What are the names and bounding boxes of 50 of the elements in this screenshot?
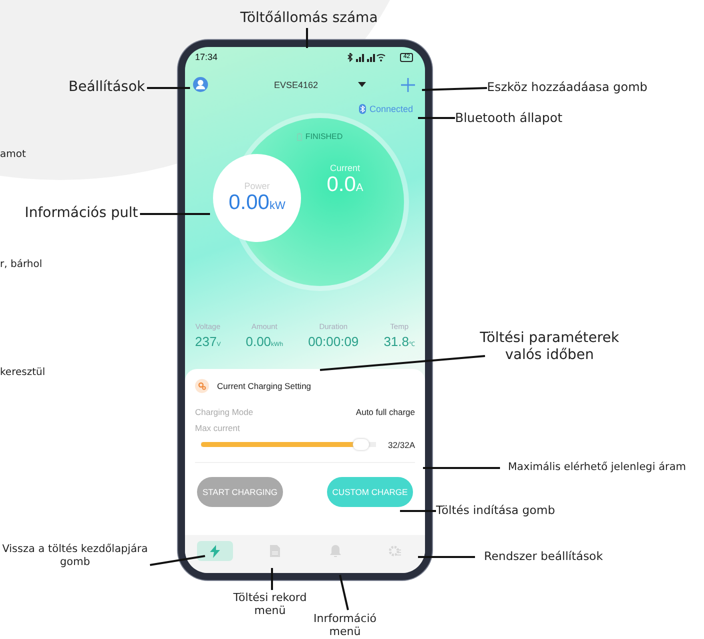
status-time: 17:34 [195, 52, 218, 62]
max-current-label: Max current [195, 423, 241, 433]
callout-label: Töltési paraméterek valós időben [478, 330, 620, 364]
callout-label: Inrformáció menü [312, 612, 378, 638]
leader-line [271, 568, 273, 590]
mode-value: Auto full charge [356, 407, 415, 417]
nav-tab[interactable] [197, 541, 233, 561]
leader-line [150, 555, 206, 566]
leader-line [422, 87, 488, 91]
power-value: 0.00kW [228, 191, 286, 215]
callout-label: Töltés indítása gomb [436, 504, 556, 518]
leader-line [400, 510, 436, 512]
settings-icon [389, 545, 401, 557]
callout-label: Eszköz hozzáadáasa gomb [487, 80, 648, 94]
stat-value: 00:00:09 [308, 334, 359, 349]
cut-off-caption: r, bárhol [0, 259, 42, 270]
station-selector[interactable]: EVSE4162 [274, 80, 318, 90]
leader-line [418, 117, 455, 119]
cut-off-caption: amot [0, 149, 26, 160]
cut-off-caption: keresztül [0, 367, 46, 378]
current-label: Current [330, 163, 360, 173]
charging-status: FINISHED [305, 132, 343, 141]
callout-label: Töltési rekord menü [232, 591, 308, 618]
bell-icon [330, 545, 340, 557]
leader-line [306, 28, 308, 48]
callout-label: Töltőállomás száma [239, 10, 379, 27]
card-title: Current Charging Setting [217, 381, 312, 391]
callout-label: Bluetooth állapot [455, 110, 564, 125]
current-value: 0.0A [326, 173, 364, 197]
callout-label: Maximális elérhető jelenlegi áram [508, 461, 688, 474]
mode-label: Charging Mode [195, 407, 254, 417]
callout-label: Információs pult [24, 205, 138, 222]
charge-button[interactable]: CUSTOM CHARGE [327, 477, 413, 507]
callout-label: Rendszer beállítások [484, 550, 604, 564]
leader-line [339, 574, 349, 610]
document-icon [270, 545, 280, 557]
caret-icon[interactable] [358, 82, 366, 87]
leader-line [140, 213, 210, 215]
lightning-icon [210, 544, 220, 558]
slider-reading: 32/32A [388, 440, 415, 450]
leader-line [147, 87, 190, 89]
gears-icon [195, 379, 209, 393]
connection-status: Connected [369, 104, 413, 114]
leader-line [418, 556, 475, 558]
avatar-icon[interactable] [193, 77, 208, 92]
battery-icon [297, 132, 302, 140]
add-icon[interactable] [401, 78, 415, 92]
bluetooth-icon [359, 104, 366, 114]
callout-label: Beállítások [67, 79, 145, 96]
callout-label: Vissza a töltés kezdőlapjára gomb [1, 543, 149, 568]
